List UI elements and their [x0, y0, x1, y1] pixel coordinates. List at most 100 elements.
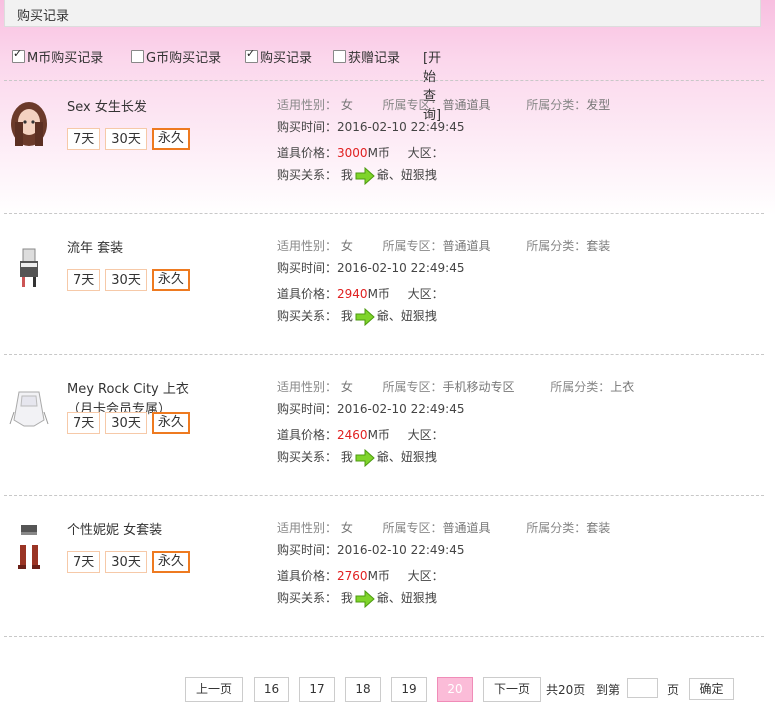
duration-permanent-button[interactable]: 永久	[151, 551, 190, 573]
item-thumbnail	[4, 523, 54, 573]
duration-7day-button[interactable]: 7天	[67, 128, 101, 150]
filter-purchase-label: 购买记录	[260, 51, 313, 66]
purchase-time-row: 购买时间：2016-02-10 22:49:45	[277, 259, 464, 276]
time-value: 2016-02-10 22:49:45	[337, 261, 465, 275]
relation-me: 我	[340, 309, 353, 323]
prev-page-button[interactable]: 上一页	[185, 677, 243, 702]
gift-checkbox[interactable]	[333, 50, 346, 63]
item-name-line1: Mey Rock City 上衣	[67, 382, 189, 397]
relation-recipient: 爺、妞狠拽	[376, 450, 437, 464]
price-value: 3000	[337, 146, 368, 160]
relation-recipient: 爺、妞狠拽	[376, 591, 437, 605]
item-meta-row: 适用性别： 女 所属专区：手机移动专区 所属分类：上衣	[277, 378, 634, 395]
gender-label: 适用性别：	[277, 521, 338, 535]
duration-options: 7天 30天 永久	[67, 412, 190, 434]
price-label: 道具价格：	[277, 569, 338, 583]
duration-30day-button[interactable]: 30天	[105, 128, 147, 150]
price-label: 道具价格：	[277, 146, 338, 160]
region-label: 大区：	[407, 428, 444, 442]
duration-30day-button[interactable]: 30天	[105, 551, 147, 573]
pagination: 上一页 16 17 18 19 20 下一页 共20页 到第 页 确定	[0, 677, 775, 703]
price-row: 道具价格：2460M币 大区：	[277, 426, 444, 443]
page-button[interactable]: 18	[345, 677, 381, 702]
category-value: 套装	[586, 521, 611, 535]
duration-7day-button[interactable]: 7天	[67, 551, 101, 573]
purchase-checkbox[interactable]	[245, 47, 258, 63]
category-value: 套装	[586, 239, 611, 253]
duration-options: 7天 30天 永久	[67, 128, 190, 150]
confirm-button[interactable]: 确定	[689, 678, 734, 700]
filter-m-coin[interactable]: M币购买记录	[12, 47, 103, 66]
item-name-line1: Sex 女生长发	[67, 100, 147, 115]
relation-label: 购买关系：	[277, 309, 338, 323]
page-button[interactable]: 16	[254, 677, 289, 702]
relation-me: 我	[340, 168, 353, 182]
region-label: 大区：	[407, 146, 444, 160]
duration-options: 7天 30天 永久	[67, 269, 190, 291]
time-value: 2016-02-10 22:49:45	[337, 120, 465, 134]
filter-purchase[interactable]: 购买记录	[245, 47, 312, 66]
goto-prefix: 到第	[596, 683, 621, 697]
zone-label: 所属专区：	[382, 521, 443, 535]
filter-gift[interactable]: 获赠记录	[333, 47, 400, 66]
purchase-time-row: 购买时间：2016-02-10 22:49:45	[277, 541, 464, 558]
category-value: 上衣	[610, 380, 635, 394]
time-label: 购买时间：	[277, 543, 338, 557]
zone-value: 手机移动专区	[442, 380, 515, 394]
duration-permanent-button[interactable]: 永久	[151, 269, 190, 291]
zone-label: 所属专区：	[382, 98, 443, 112]
filter-g-coin-label: G币购买记录	[146, 51, 222, 66]
relation-recipient: 爺、妞狠拽	[376, 309, 437, 323]
time-label: 购买时间：	[277, 402, 338, 416]
goto-page-input[interactable]	[627, 678, 658, 698]
filter-m-coin-label: M币购买记录	[27, 51, 104, 66]
item-name-line1: 流年 套装	[67, 241, 124, 256]
m-coin-checkbox[interactable]	[12, 47, 25, 63]
duration-permanent-button[interactable]: 永久	[151, 412, 190, 434]
currency-label: M币	[367, 569, 390, 583]
next-page-button[interactable]: 下一页	[483, 677, 541, 702]
relation-label: 购买关系：	[277, 168, 338, 182]
time-value: 2016-02-10 22:49:45	[337, 543, 465, 557]
header-bar: 购买记录	[4, 0, 761, 27]
time-label: 购买时间：	[277, 261, 338, 275]
page-button[interactable]: 19	[391, 677, 427, 702]
currency-label: M币	[367, 146, 390, 160]
price-label: 道具价格：	[277, 287, 338, 301]
filter-g-coin[interactable]: G币购买记录	[131, 47, 221, 66]
current-page-button[interactable]: 20	[437, 677, 473, 702]
price-row: 道具价格：2760M币 大区：	[277, 567, 444, 584]
relation-label: 购买关系：	[277, 450, 338, 464]
zone-value: 普通道具	[442, 239, 491, 253]
price-value: 2760	[337, 569, 368, 583]
duration-7day-button[interactable]: 7天	[67, 412, 101, 434]
category-value: 发型	[586, 98, 611, 112]
divider	[4, 636, 764, 637]
zone-label: 所属专区：	[382, 239, 443, 253]
relation-row: 购买关系： 我 爺、妞狠拽	[277, 166, 437, 185]
page-button[interactable]: 17	[299, 677, 335, 702]
g-coin-checkbox[interactable]	[131, 50, 144, 63]
currency-label: M币	[367, 428, 390, 442]
item-name: 个性妮妮 女套装	[67, 521, 162, 541]
item-meta-row: 适用性别： 女 所属专区：普通道具 所属分类：套装	[277, 519, 610, 536]
relation-me: 我	[340, 450, 353, 464]
duration-7day-button[interactable]: 7天	[67, 269, 101, 291]
arrow-right-icon	[355, 448, 375, 467]
gender-value: 女	[340, 380, 353, 394]
divider	[4, 213, 764, 214]
duration-30day-button[interactable]: 30天	[105, 412, 147, 434]
item-name-line1: 个性妮妮 女套装	[67, 523, 163, 538]
price-value: 2460	[337, 428, 368, 442]
relation-recipient: 爺、妞狠拽	[376, 168, 437, 182]
page-title: 购买记录	[17, 9, 70, 24]
gender-label: 适用性别：	[277, 380, 338, 394]
time-value: 2016-02-10 22:49:45	[337, 402, 465, 416]
duration-permanent-button[interactable]: 永久	[151, 128, 190, 150]
price-value: 2940	[337, 287, 368, 301]
total-pages: 共20页	[546, 683, 586, 697]
relation-row: 购买关系： 我 爺、妞狠拽	[277, 307, 437, 326]
item-thumbnail	[4, 100, 54, 150]
zone-label: 所属专区：	[382, 380, 443, 394]
duration-30day-button[interactable]: 30天	[105, 269, 147, 291]
